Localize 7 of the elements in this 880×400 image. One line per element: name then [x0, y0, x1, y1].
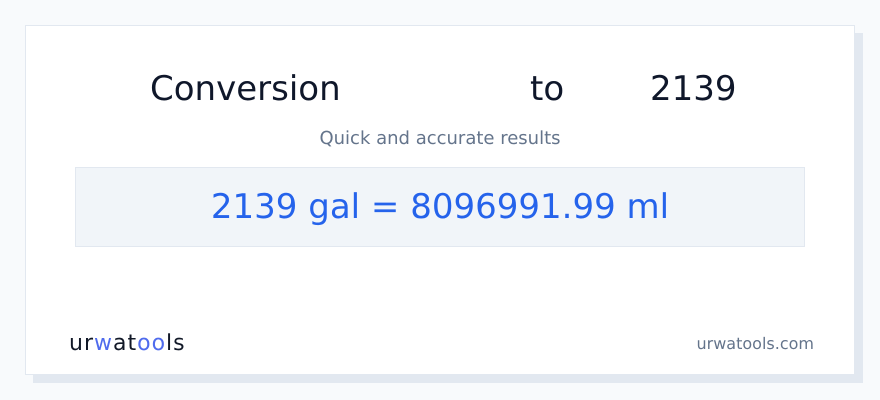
title-text: Conversion	[150, 68, 342, 110]
logo: urwatools	[69, 330, 186, 358]
site-link[interactable]: urwatools.com	[696, 332, 814, 356]
subtitle: Quick and accurate results	[319, 127, 561, 151]
title-text: to	[530, 68, 566, 110]
title-text: 2139	[650, 68, 737, 110]
result-text: 2139 gal = 8096991.99 ml	[210, 186, 670, 228]
